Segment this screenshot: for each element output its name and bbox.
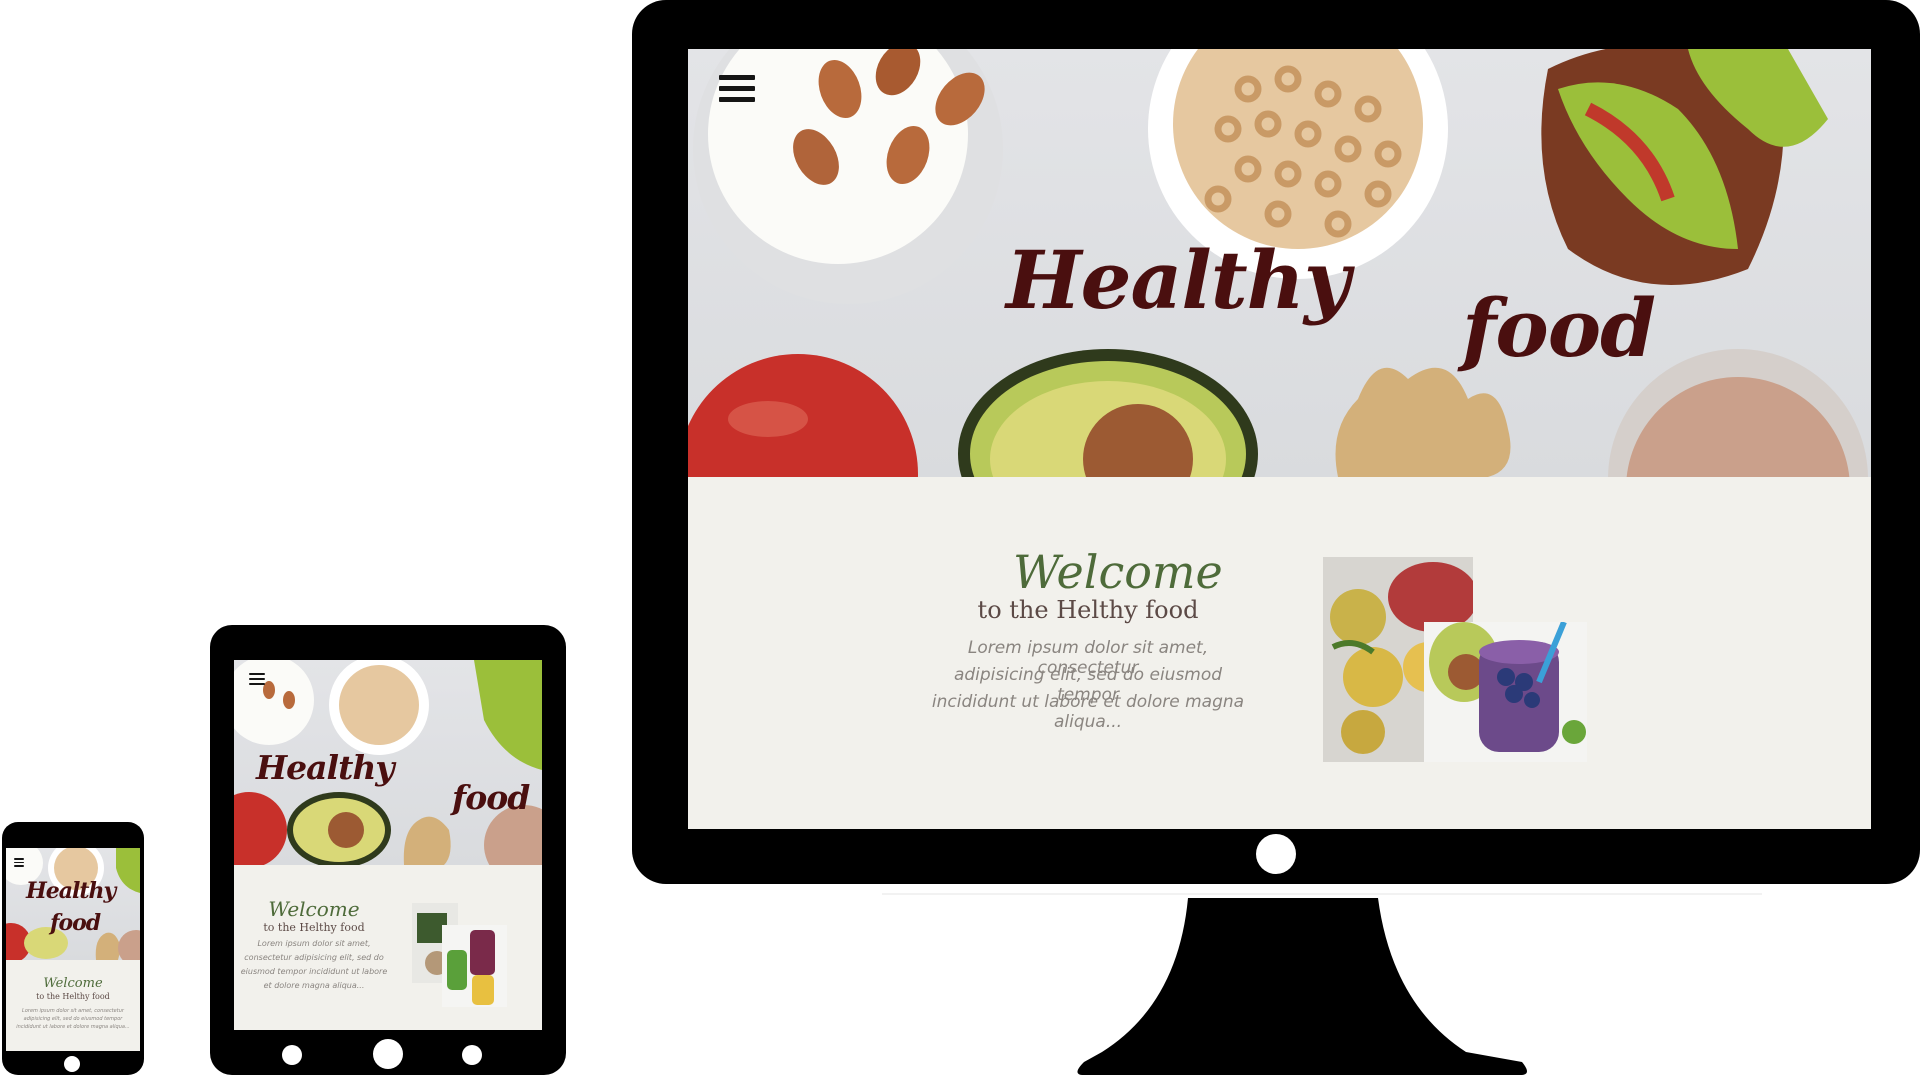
welcome-subtitle: to the Helthy food — [977, 596, 1199, 624]
welcome-lorem-line-3: incididunt ut labore et dolore magna ali… — [931, 692, 1245, 732]
hero-banner: Healthy food — [688, 49, 1871, 477]
tablet-lorem-line-4: et dolore magna aliqua... — [263, 981, 365, 990]
tablet-recent-button[interactable] — [462, 1045, 482, 1065]
tablet-hamburger-menu-icon[interactable] — [249, 673, 265, 686]
phone-lorem-line-3: incididunt ut labore et dolore magna ali… — [16, 1024, 130, 1030]
phone-hero-heading-word-1: Healthy — [26, 878, 116, 904]
tablet-hero-heading-word-2: food — [452, 778, 530, 817]
phone-hero-banner: Healthy food — [6, 848, 140, 960]
phone-hero-heading-word-2: food — [50, 910, 101, 936]
phone-hamburger-menu-icon[interactable] — [14, 858, 24, 867]
tablet-home-button[interactable] — [373, 1039, 403, 1069]
phone-screen: Healthy food Welcome to the Helthy food … — [6, 848, 140, 1051]
tablet-photo-2 — [442, 925, 507, 1007]
welcome-script-title: Welcome — [1013, 545, 1223, 599]
tablet-welcome-section: Welcome to the Helthy food Lorem ipsum d… — [234, 865, 542, 1030]
tablet-welcome-script-title: Welcome — [268, 897, 360, 921]
phone-device: Healthy food Welcome to the Helthy food … — [0, 822, 145, 1075]
smoothie-photo — [1424, 622, 1587, 762]
welcome-section: Welcome to the Helthy food Lorem ipsum d… — [688, 477, 1871, 829]
monitor-stand-shape — [882, 893, 1762, 1075]
phone-welcome-section: Welcome to the Helthy food Lorem ipsum d… — [6, 960, 140, 1051]
desktop-monitor: Healthy food Welcome to the Helthy food … — [632, 0, 1920, 1075]
phone-welcome-subtitle: to the Helthy food — [36, 992, 110, 1001]
tablet-back-button[interactable] — [282, 1045, 302, 1065]
monitor-home-button[interactable] — [1256, 834, 1296, 874]
tablet-device: Healthy food Welcome to the Helthy food … — [210, 625, 566, 1075]
hero-heading-word-2: food — [1462, 281, 1656, 375]
tablet-welcome-subtitle: to the Helthy food — [263, 921, 365, 934]
hero-heading-word-1: Healthy — [1006, 233, 1350, 327]
phone-hero-food-illustration — [6, 848, 140, 960]
tablet-lorem-line-1: Lorem ipsum dolor sit amet, — [257, 939, 371, 948]
tablet-hero-heading-word-1: Healthy — [256, 748, 395, 787]
tablet-hero-banner: Healthy food — [234, 660, 542, 865]
phone-lorem-line-2: adipisicing elit, sed do eiusmod tempor — [23, 1016, 123, 1022]
tablet-lorem-line-2: consectetur adipisicing elit, sed do — [244, 953, 384, 962]
desktop-screen: Healthy food Welcome to the Helthy food … — [688, 49, 1871, 829]
tablet-screen: Healthy food Welcome to the Helthy food … — [234, 660, 542, 1030]
phone-home-button[interactable] — [64, 1056, 80, 1072]
tablet-lorem-line-3: eiusmod tempor incididunt ut labore — [240, 967, 388, 976]
hamburger-menu-icon[interactable] — [719, 75, 755, 105]
phone-lorem-line-1: Lorem ipsum dolor sit amet, consectetur — [22, 1008, 124, 1014]
phone-welcome-script-title: Welcome — [43, 976, 103, 991]
